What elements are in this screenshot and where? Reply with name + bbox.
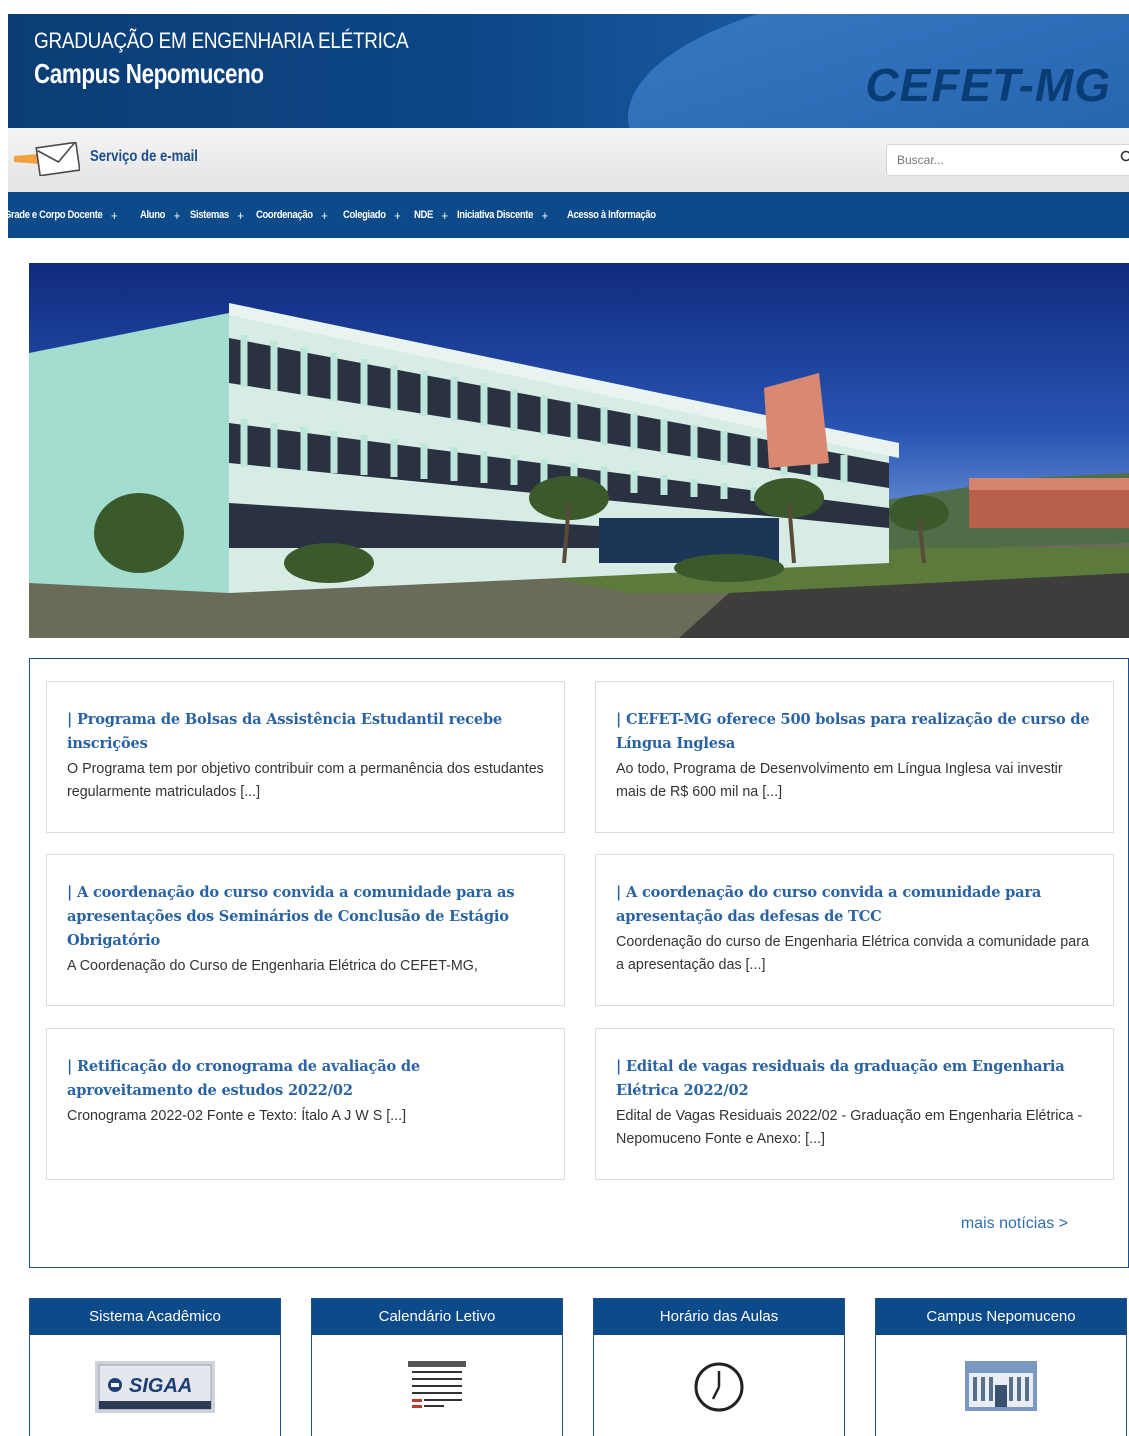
nav-item-label: NDE [414, 209, 434, 221]
nav-item-label: Grade e Corpo Docente [8, 209, 103, 221]
sigaa-logo-text: SIGAA [129, 1375, 192, 1397]
nav-item-label: Iniciativa Discente [457, 209, 534, 221]
email-service-link[interactable]: Serviço de e-mail [90, 148, 198, 166]
nav-item-sistemas[interactable]: Sistemas + [190, 208, 244, 223]
news-title-link[interactable]: | A coordenação do curso convida a comun… [616, 881, 1093, 929]
header-subtitle: GRADUAÇÃO EM ENGENHARIA ELÉTRICA [34, 28, 409, 53]
quick-link-box-calendario-letivo[interactable]: Calendário Letivo [311, 1298, 563, 1436]
news-card[interactable]: | A coordenação do curso convida a comun… [46, 854, 565, 1006]
quick-link-title[interactable]: Horário das Aulas [594, 1299, 844, 1335]
expand-plus-icon[interactable]: + [173, 208, 180, 223]
nav-item-label: Colegiado [343, 209, 387, 221]
news-summary: Cronograma 2022-02 Fonte e Texto: Ítalo … [67, 1108, 407, 1124]
news-title-link[interactable]: | Programa de Bolsas da Assistência Estu… [67, 708, 544, 756]
news-title-link[interactable]: | Edital de vagas residuais da graduação… [616, 1055, 1093, 1103]
nav-item-label: Aluno [139, 209, 165, 221]
nav-item-aluno[interactable]: Aluno + [140, 208, 180, 223]
search-input[interactable] [886, 144, 1129, 176]
campus-building-illustration [29, 303, 1129, 638]
expand-plus-icon[interactable]: + [111, 208, 118, 223]
quick-link-box-sistema-academico[interactable]: Sistema Acadêmico SIGAA [29, 1298, 281, 1436]
nav-item-colegiado[interactable]: Colegiado + [343, 208, 402, 223]
calendar-icon[interactable] [408, 1361, 466, 1413]
expand-plus-icon[interactable]: + [442, 208, 449, 223]
quick-link-title[interactable]: Sistema Acadêmico [30, 1299, 280, 1335]
nav-item-coordenacao[interactable]: Coordenação + [256, 208, 329, 223]
quick-link-box-campus-nepomuceno[interactable]: Campus Nepomuceno [875, 1298, 1127, 1436]
news-title-link[interactable]: | Retificação do cronograma de avaliação… [67, 1055, 544, 1103]
news-panel: | Programa de Bolsas da Assistência Estu… [29, 658, 1129, 1268]
site-header: GRADUAÇÃO EM ENGENHARIA ELÉTRICA Campus … [8, 14, 1129, 128]
news-summary: Coordenação do curso de Engenharia Elétr… [616, 934, 1089, 973]
news-summary: Edital de Vagas Residuais 2022/02 - Grad… [616, 1108, 1083, 1147]
news-card[interactable]: | Retificação do cronograma de avaliação… [46, 1028, 565, 1180]
news-card[interactable]: | A coordenação do curso convida a comun… [595, 854, 1114, 1006]
more-news-link[interactable]: mais notícias > [961, 1215, 1068, 1233]
nav-item-grade-corpo-docente[interactable]: Grade e Corpo Docente + [8, 208, 118, 223]
nav-item-label: Coordenação [256, 209, 314, 221]
expand-plus-icon[interactable]: + [322, 208, 329, 223]
news-summary: O Programa tem por objetivo contribuir c… [67, 761, 544, 800]
quick-link-box-horario-aulas[interactable]: Horário das Aulas [593, 1298, 845, 1436]
news-summary: Ao todo, Programa de Desenvolvimento em … [616, 761, 1063, 800]
main-nav: Grade e Corpo Docente + Aluno + Sistemas + … [8, 192, 1129, 238]
expand-plus-icon[interactable]: + [237, 208, 244, 223]
cefet-logo[interactable]: CEFET-MG [865, 58, 1111, 112]
nav-item-acesso-informacao[interactable]: Acesso à Informação [567, 209, 656, 221]
search-icon[interactable] [1120, 150, 1129, 164]
news-card[interactable]: | Programa de Bolsas da Assistência Estu… [46, 681, 565, 833]
nav-item-iniciativa-discente[interactable]: Iniciativa Discente + [457, 208, 548, 223]
expand-plus-icon[interactable]: + [395, 208, 402, 223]
email-envelope-icon[interactable] [14, 142, 80, 176]
news-summary: A Coordenação do Curso de Engenharia Elé… [67, 958, 478, 974]
quick-link-title[interactable]: Calendário Letivo [312, 1299, 562, 1335]
campus-building-icon[interactable] [965, 1361, 1037, 1411]
sigaa-logo[interactable]: SIGAA [95, 1361, 215, 1413]
nav-item-label: Sistemas [190, 209, 229, 221]
news-card[interactable]: | CEFET-MG oferece 500 bolsas para reali… [595, 681, 1114, 833]
quick-link-title[interactable]: Campus Nepomuceno [876, 1299, 1126, 1335]
clock-icon[interactable] [693, 1361, 745, 1413]
news-title-link[interactable]: | A coordenação do curso convida a comun… [67, 881, 544, 953]
expand-plus-icon[interactable]: + [542, 208, 549, 223]
campus-hero-image [29, 263, 1129, 638]
utility-bar: Serviço de e-mail [8, 128, 1129, 192]
nav-item-nde[interactable]: NDE + [414, 208, 448, 223]
nav-item-label: Acesso à Informação [567, 209, 656, 221]
header-title[interactable]: Campus Nepomuceno [34, 58, 264, 90]
news-card[interactable]: | Edital de vagas residuais da graduação… [595, 1028, 1114, 1180]
news-title-link[interactable]: | CEFET-MG oferece 500 bolsas para reali… [616, 708, 1093, 756]
